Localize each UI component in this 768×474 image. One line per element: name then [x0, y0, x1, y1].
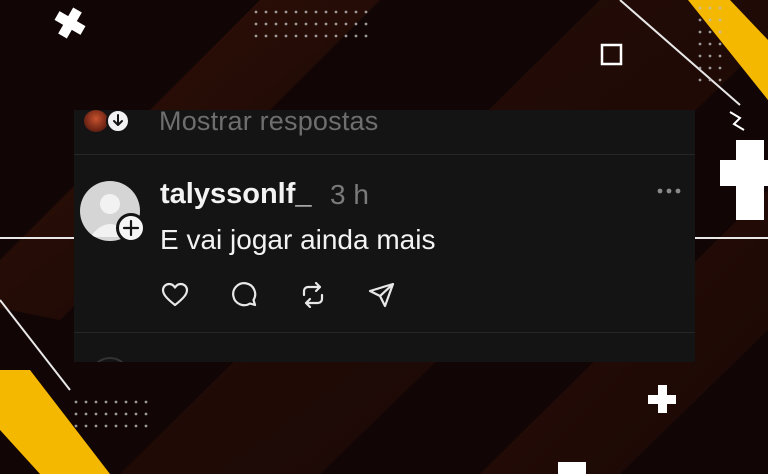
send-icon[interactable]	[367, 280, 397, 310]
comment-icon[interactable]	[229, 280, 259, 310]
more-dots-icon[interactable]	[656, 184, 682, 198]
thread-card: Mostrar respostas talyssonlf_ 3 h E vai …	[74, 110, 695, 362]
arrow-down-icon	[106, 110, 130, 133]
show-replies-link[interactable]: Mostrar respostas	[159, 110, 378, 137]
show-replies-row[interactable]: Mostrar respostas	[74, 110, 695, 155]
follow-plus-icon[interactable]	[116, 213, 146, 243]
post-text: E vai jogar ainda mais	[160, 224, 436, 255]
post-actions	[160, 280, 400, 310]
next-post-avatar	[90, 357, 130, 362]
divider	[74, 332, 695, 333]
repost-icon[interactable]	[298, 280, 328, 310]
heart-icon[interactable]	[160, 280, 190, 310]
post-time: 3 h	[330, 179, 369, 210]
post-username[interactable]: talyssonlf_	[160, 178, 312, 211]
reply-avatar	[84, 110, 108, 132]
